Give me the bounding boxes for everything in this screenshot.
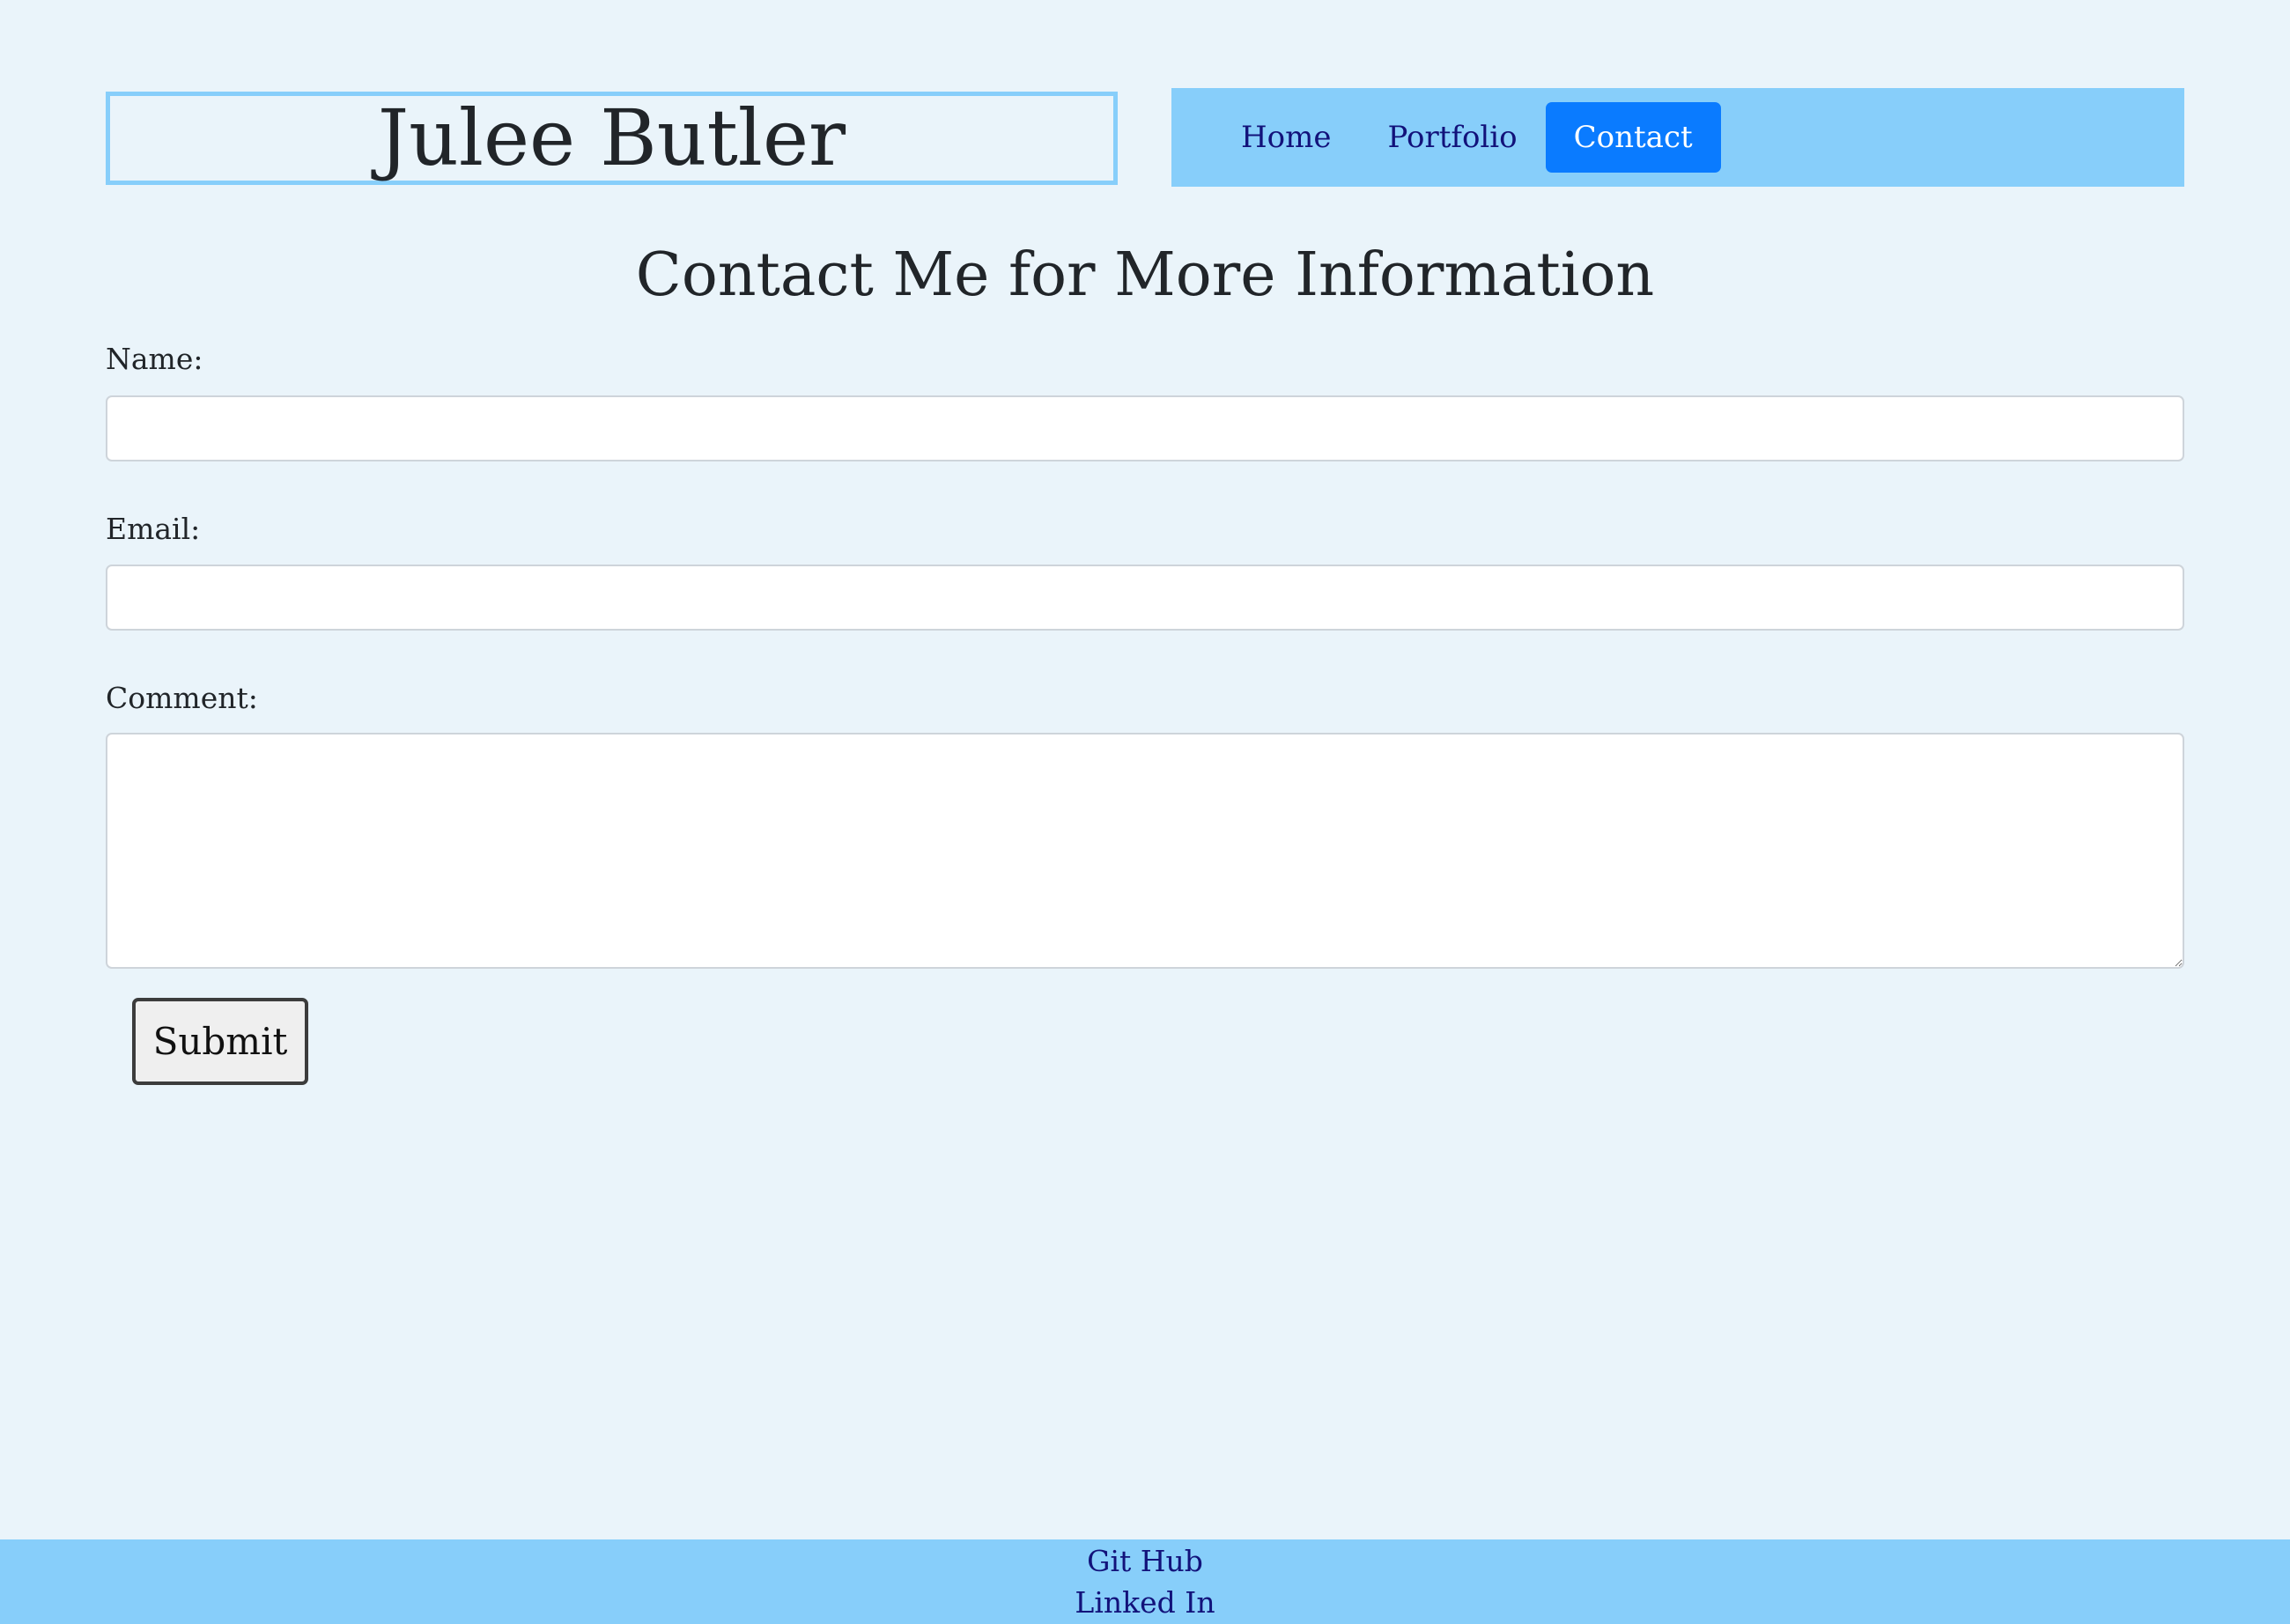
- site-title: Julee Butler: [377, 92, 846, 183]
- nav-link-contact[interactable]: Contact: [1545, 102, 1721, 173]
- page-heading: Contact Me for More Information: [635, 240, 1655, 310]
- comment-textarea[interactable]: [106, 733, 2184, 969]
- footer: Git Hub Linked In: [0, 1539, 2290, 1624]
- footer-link-linkedin[interactable]: Linked In: [1075, 1582, 1215, 1623]
- site-title-box: Julee Butler: [106, 92, 1118, 185]
- email-input[interactable]: [106, 565, 2184, 631]
- submit-button[interactable]: Submit: [132, 998, 308, 1085]
- nav-bar: Home Portfolio Contact: [1171, 88, 2184, 187]
- name-label: Name:: [106, 342, 203, 376]
- nav-link-portfolio[interactable]: Portfolio: [1359, 102, 1545, 173]
- nav-link-home[interactable]: Home: [1213, 102, 1359, 173]
- footer-link-github[interactable]: Git Hub: [1087, 1540, 1203, 1582]
- name-input[interactable]: [106, 395, 2184, 461]
- email-label: Email:: [106, 512, 201, 546]
- comment-label: Comment:: [106, 681, 258, 715]
